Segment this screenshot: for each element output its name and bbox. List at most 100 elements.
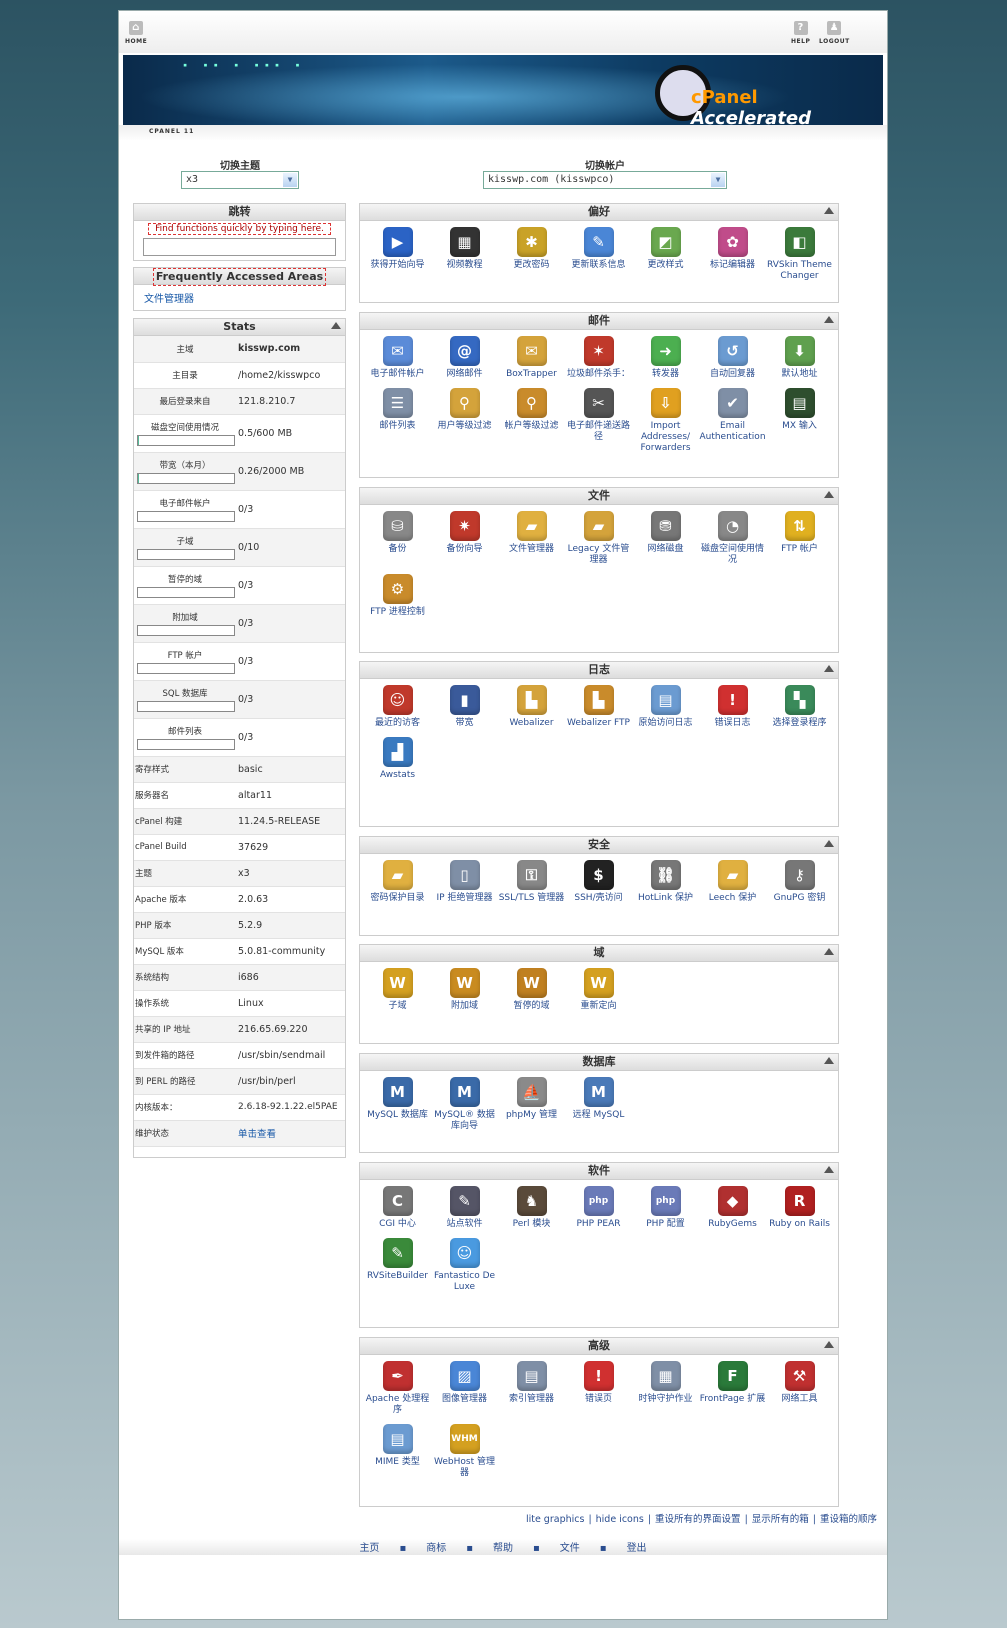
feature-palette[interactable]: ✿ 标记编辑器 [699, 227, 766, 282]
feature-sitebuilder[interactable]: ✎ RVSiteBuilder [364, 1238, 431, 1293]
feature-cron[interactable]: ▦ 时钟守护作业 [632, 1361, 699, 1416]
cron-icon: ▦ [650, 1361, 681, 1391]
account-select[interactable]: kisswp.com (kisswpco) ▼ [483, 171, 727, 189]
feature-legacy-folder[interactable]: ▰ Legacy 文件管理器 [565, 511, 632, 566]
feature-redirect[interactable]: W 重新定向 [565, 968, 632, 1012]
feature-backup[interactable]: ⛁ 备份 [364, 511, 431, 566]
collapse-icon[interactable] [824, 207, 834, 214]
collapse-icon[interactable] [824, 840, 834, 847]
bottom-nav-link[interactable]: 文件 [560, 1543, 580, 1554]
feature-envelope[interactable]: ✉ 电子邮件帐户 [364, 336, 431, 380]
bottom-nav-link[interactable]: 商标 [426, 1543, 446, 1554]
bottom-nav-link[interactable]: 登出 [627, 1543, 647, 1554]
feature-apache[interactable]: ✒ Apache 处理程序 [364, 1361, 431, 1416]
feature-spamassassin[interactable]: ✶ 垃圾邮件杀手： [565, 336, 632, 380]
footer-link[interactable]: 重设所有的界面设置 [655, 1514, 741, 1525]
feature-rubygems[interactable]: ◆ RubyGems [699, 1186, 766, 1230]
feature-hotlink[interactable]: ⛓ HotLink 保护 [632, 860, 699, 904]
collapse-icon[interactable] [824, 1057, 834, 1064]
bottom-nav-link[interactable]: 主页 [359, 1543, 379, 1554]
footer-link[interactable]: lite graphics [526, 1514, 585, 1525]
feature-contact[interactable]: ✎ 更新联系信息 [565, 227, 632, 282]
feature-key[interactable]: ⚷ GnuPG 密钥 [766, 860, 833, 904]
feature-webalizer-ftp[interactable]: ▙ Webalizer FTP [565, 685, 632, 729]
feature-import[interactable]: ⇩ Import Addresses/ Forwarders [632, 388, 699, 454]
feature-user-filter[interactable]: ⚲ 用户等级过滤 [431, 388, 498, 454]
feature-theme[interactable]: ◧ RVSkin Theme Changer [766, 227, 833, 282]
feature-mysql-wizard[interactable]: M MySQL® 数据库向导 [431, 1077, 498, 1132]
feature-ip-deny[interactable]: ▯ IP 拒绝管理器 [431, 860, 498, 904]
feature-mysql[interactable]: M MySQL 数据库 [364, 1077, 431, 1132]
feature-label: 视频教程 [446, 260, 483, 270]
theme-select[interactable]: x3 ▼ [181, 171, 299, 189]
feature-account-filter[interactable]: ⚲ 帐户等级过滤 [498, 388, 565, 454]
feature-frontpage[interactable]: F FrontPage 扩展 [699, 1361, 766, 1416]
feature-network-disk[interactable]: ⛃ 网络磁盘 [632, 511, 699, 566]
collapse-icon[interactable] [824, 1166, 834, 1173]
feature-error-page[interactable]: ! 错误页 [565, 1361, 632, 1416]
faa-item[interactable]: 文件管理器 [144, 290, 335, 305]
feature-disk-usage[interactable]: ◔ 磁盘空间使用情况 [699, 511, 766, 566]
logout-button[interactable]: ♟ LOGOUT [819, 21, 850, 45]
feature-auth[interactable]: ✔ Email Authentication [699, 388, 766, 454]
feature-visitors[interactable]: ☺ 最近的访客 [364, 685, 431, 729]
collapse-icon[interactable] [824, 665, 834, 672]
feature-ssl[interactable]: ⚿ SSL/TLS 管理器 [498, 860, 565, 904]
feature-cgi[interactable]: C CGI 中心 [364, 1186, 431, 1230]
footer-link[interactable]: 显示所有的箱 [752, 1514, 809, 1525]
collapse-icon[interactable] [824, 1341, 834, 1348]
feature-addon-domain[interactable]: W 附加域 [431, 968, 498, 1012]
feature-lock[interactable]: ✱ 更改密码 [498, 227, 565, 282]
collapse-icon[interactable] [824, 316, 834, 323]
feature-network-tools[interactable]: ⚒ 网络工具 [766, 1361, 833, 1416]
feature-forwarder[interactable]: ➜ 转发器 [632, 336, 699, 380]
bottom-nav-link[interactable]: 帮助 [493, 1543, 513, 1554]
help-button[interactable]: ? HELP [791, 21, 810, 45]
feature-fantastico[interactable]: ☺ Fantastico De Luxe [431, 1238, 498, 1293]
collapse-icon[interactable] [824, 948, 834, 955]
feature-mx[interactable]: ▤ MX 输入 [766, 388, 833, 454]
feature-ssh[interactable]: $ SSH/壳访问 [565, 860, 632, 904]
feature-style[interactable]: ◩ 更改样式 [632, 227, 699, 282]
feature-folder[interactable]: ▰ 文件管理器 [498, 511, 565, 566]
feature-error-log[interactable]: ! 错误日志 [699, 685, 766, 729]
feature-default-address[interactable]: ⬇ 默认地址 [766, 336, 833, 380]
feature-site-software[interactable]: ✎ 站点软件 [431, 1186, 498, 1230]
feature-trace[interactable]: ✂ 电子邮件递送路径 [565, 388, 632, 454]
feature-phpmyadmin[interactable]: ⛵ phpMy 管理 [498, 1077, 565, 1132]
feature-webmail[interactable]: @ 网络邮件 [431, 336, 498, 380]
feature-clapper[interactable]: ▦ 视频教程 [431, 227, 498, 282]
feature-backup-wizard[interactable]: ✷ 备份向导 [431, 511, 498, 566]
feature-mailing-list[interactable]: ☰ 邮件列表 [364, 388, 431, 454]
feature-php-config[interactable]: php PHP 配置 [632, 1186, 699, 1230]
feature-choose-log[interactable]: ▚ 选择登录程序 [766, 685, 833, 729]
feature-ftp-session[interactable]: ⚙ FTP 进程控制 [364, 574, 431, 618]
feature-bandwidth[interactable]: ▮ 带宽 [431, 685, 498, 729]
feature-whm[interactable]: WHM WebHost 管理器 [431, 1424, 498, 1479]
feature-image-manager[interactable]: ▨ 图像管理器 [431, 1361, 498, 1416]
feature-ftp[interactable]: ⇅ FTP 帐户 [766, 511, 833, 566]
maintenance-link[interactable]: 单击查看 [236, 1120, 345, 1147]
feature-leech[interactable]: ▰ Leech 保护 [699, 860, 766, 904]
footer-link[interactable]: hide icons [596, 1514, 644, 1525]
feature-play[interactable]: ▶ 获得开始向导 [364, 227, 431, 282]
home-button[interactable]: ⌂ HOME [125, 21, 147, 45]
feature-camel[interactable]: ♞ Perl 模块 [498, 1186, 565, 1230]
feature-boxtrapper[interactable]: ✉ BoxTrapper [498, 336, 565, 380]
feature-rails[interactable]: R Ruby on Rails [766, 1186, 833, 1230]
collapse-icon[interactable] [824, 491, 834, 498]
feature-remote-mysql[interactable]: M 远程 MySQL [565, 1077, 632, 1132]
footer-link[interactable]: 重设箱的顺序 [820, 1514, 877, 1525]
feature-php-pear[interactable]: php PHP PEAR [565, 1186, 632, 1230]
feature-parked-domain[interactable]: W 暂停的域 [498, 968, 565, 1012]
feature-webalizer[interactable]: ▙ Webalizer [498, 685, 565, 729]
feature-raw-log[interactable]: ▤ 原始访问日志 [632, 685, 699, 729]
feature-subdomain[interactable]: W 子域 [364, 968, 431, 1012]
feature-mime[interactable]: ▤ MIME 类型 [364, 1424, 431, 1479]
feature-awstats[interactable]: ▟ Awstats [364, 737, 431, 781]
feature-autoresponder[interactable]: ↺ 自动回复器 [699, 336, 766, 380]
feature-index-manager[interactable]: ▤ 索引管理器 [498, 1361, 565, 1416]
jump-input[interactable] [143, 238, 336, 256]
collapse-icon[interactable] [331, 322, 341, 329]
feature-protected-dir[interactable]: ▰ 密码保护目录 [364, 860, 431, 904]
